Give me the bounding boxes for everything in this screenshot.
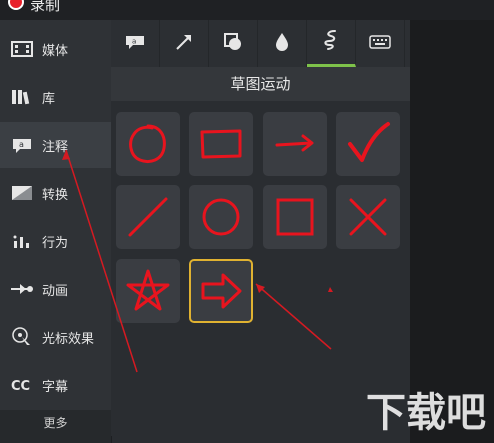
sidebar-item-animations[interactable]: 动画 [0, 266, 111, 312]
tab-sketch-motion[interactable] [307, 20, 356, 67]
arrow-sketch-icon [275, 134, 314, 152]
panel-title: 草图运动 [111, 67, 410, 101]
svg-text:a: a [19, 140, 24, 149]
x-mark-icon [349, 198, 387, 236]
sketch-tile-square[interactable] [263, 185, 327, 249]
sidebar-item-library[interactable]: 库 [0, 74, 111, 120]
cursor-effect-icon [10, 325, 34, 349]
annotation-tab-bar: a [111, 20, 410, 67]
sketch-tile-arrow[interactable] [263, 112, 327, 176]
circle-icon [202, 198, 240, 236]
sketch-tile-circle[interactable] [116, 112, 180, 176]
record-label[interactable]: 录制 [30, 0, 60, 15]
sketch-tile-block-arrow[interactable] [189, 259, 253, 323]
rectangle-sketch-icon [200, 129, 242, 159]
svg-text:下载吧: 下载吧 [366, 390, 486, 436]
tab-callouts[interactable]: a [111, 20, 160, 67]
film-icon [10, 37, 34, 61]
arrow-icon [174, 32, 194, 56]
more-button[interactable]: 更多 [0, 410, 111, 443]
block-arrow-icon [201, 273, 242, 309]
sketch-tile-line[interactable] [116, 185, 180, 249]
svg-text:a: a [132, 37, 136, 45]
blur-drop-icon [274, 32, 290, 56]
keyboard-icon [369, 34, 391, 53]
sidebar-item-annotations[interactable]: a 注释 [0, 122, 111, 168]
check-sketch-icon [348, 122, 390, 162]
callout-icon: a [125, 34, 145, 54]
tab-blur-highlight[interactable] [258, 20, 307, 67]
tab-shapes[interactable] [209, 20, 258, 67]
annotation-icon: a [10, 133, 34, 157]
sidebar-item-captions[interactable]: CC 字幕 [0, 362, 111, 408]
sidebar-item-media[interactable]: 媒体 [0, 26, 111, 72]
sidebar-item-transitions[interactable]: 转换 [0, 170, 111, 216]
sidebar-item-cursor-effects[interactable]: 光标效果 [0, 314, 111, 360]
sketch-tile-checkmark[interactable] [336, 112, 400, 176]
sketch-tile-x-mark[interactable] [336, 185, 400, 249]
title-bar: 录制 [0, 0, 494, 20]
library-icon [10, 85, 34, 109]
circle-sketch-icon [129, 124, 166, 163]
sidebar-item-behaviors[interactable]: 行为 [0, 218, 111, 264]
star-sketch-icon [126, 269, 170, 311]
sidebar: 媒体 库 a 注释 转换 行为 动画 光标效果 CC 字幕 更多 [0, 20, 112, 443]
svg-text:CC: CC [11, 379, 30, 393]
tab-keystroke[interactable] [356, 20, 405, 67]
sketch-tile-circle-outline[interactable] [189, 185, 253, 249]
behavior-icon [10, 229, 34, 253]
watermark-logo-icon: 下载吧 [366, 390, 486, 436]
tab-arrows-lines[interactable] [160, 20, 209, 67]
sketch-tile-star[interactable] [116, 259, 180, 323]
sketch-tile-rectangle[interactable] [189, 112, 253, 176]
animation-icon [10, 277, 34, 301]
line-sketch-icon [128, 197, 168, 237]
captions-icon: CC [10, 373, 34, 397]
record-icon[interactable] [8, 0, 24, 10]
square-icon [276, 198, 314, 236]
shape-icon [223, 32, 243, 56]
transition-icon [10, 181, 34, 205]
sketch-motion-icon [322, 29, 340, 55]
